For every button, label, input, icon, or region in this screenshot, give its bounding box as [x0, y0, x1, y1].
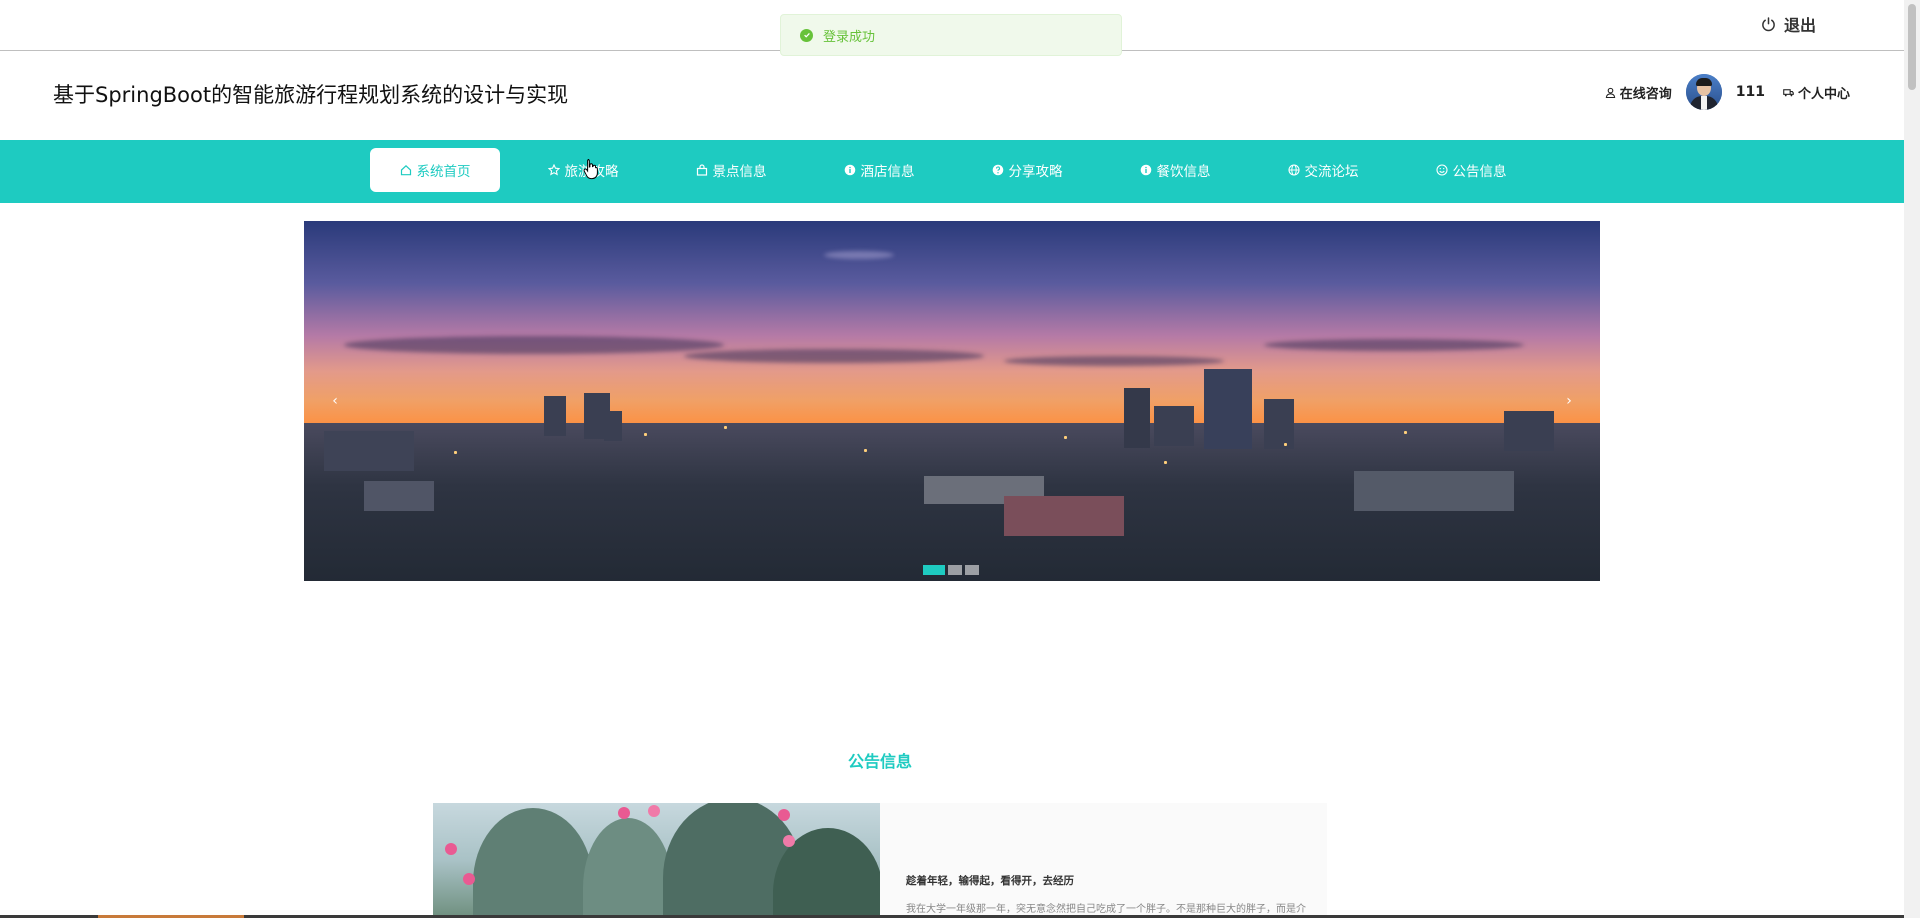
site-header: 基于SpringBoot的智能旅游行程规划系统的设计与实现 在线咨询 111 个… — [0, 51, 1904, 140]
page-scrollbar[interactable] — [1904, 0, 1920, 918]
hand-cursor-icon — [583, 159, 598, 180]
power-icon — [1762, 16, 1775, 31]
logout-button[interactable]: 退出 — [1761, 12, 1816, 36]
online-consult-label: 在线咨询 — [1619, 86, 1672, 102]
nav-item-forum[interactable]: 交流论坛 — [1258, 148, 1388, 192]
success-toast: 登录成功 — [780, 14, 1122, 56]
check-circle-icon — [800, 28, 813, 42]
avatar[interactable] — [1685, 74, 1722, 110]
carousel-dot[interactable] — [923, 565, 945, 575]
username: 111 — [1735, 84, 1765, 100]
nav-label: 公告信息 — [1452, 164, 1507, 180]
toast-message: 登录成功 — [823, 29, 876, 45]
nav-item-announcements[interactable]: 公告信息 — [1406, 148, 1536, 192]
main-nav: 系统首页 旅游攻略 景点信息 酒店信息 分享攻略 餐饮信息 交流论坛 公告信息 — [0, 140, 1904, 203]
carousel-dot[interactable] — [965, 565, 979, 575]
site-title: 基于SpringBoot的智能旅游行程规划系统的设计与实现 — [53, 83, 569, 107]
section-title-announcements: 公告信息 — [847, 752, 912, 771]
carousel-dot[interactable] — [948, 565, 962, 575]
banner-carousel[interactable]: ‹ › — [304, 221, 1600, 581]
shop-icon — [696, 164, 707, 176]
nav-item-home[interactable]: 系统首页 — [370, 148, 500, 192]
question-icon — [992, 164, 1003, 176]
carousel-next-button[interactable]: › — [1559, 393, 1579, 409]
info-icon — [844, 164, 855, 176]
nav-label: 系统首页 — [416, 164, 471, 180]
banner-sky — [304, 221, 1600, 430]
personal-center-link[interactable]: 个人中心 — [1783, 83, 1850, 102]
logout-label: 退出 — [1783, 16, 1816, 35]
user-icon — [1605, 87, 1615, 98]
nav-item-dining[interactable]: 餐饮信息 — [1110, 148, 1240, 192]
carousel-indicators — [923, 565, 979, 575]
smile-icon — [1435, 164, 1448, 176]
notice-image — [433, 803, 880, 918]
notice-card[interactable]: 趁着年轻，输得起，看得开，去经历 我在大学一年级那一年，突无意念然把自己吃成了一… — [433, 803, 1327, 918]
home-icon — [400, 164, 411, 176]
nav-label: 交流论坛 — [1304, 164, 1359, 180]
notice-text: 趁着年轻，输得起，看得开，去经历 我在大学一年级那一年，突无意念然把自己吃成了一… — [906, 873, 1306, 918]
personal-center-label: 个人中心 — [1797, 86, 1850, 102]
nav-label: 餐饮信息 — [1156, 164, 1211, 180]
scrollbar-thumb[interactable] — [1908, 4, 1916, 90]
nav-label: 景点信息 — [712, 164, 767, 180]
info-icon — [1140, 164, 1151, 176]
carousel-prev-button[interactable]: ‹ — [325, 393, 345, 409]
notice-title: 趁着年轻，输得起，看得开，去经历 — [906, 875, 1074, 887]
nav-item-hotels[interactable]: 酒店信息 — [814, 148, 944, 192]
globe-icon — [1287, 164, 1300, 176]
nav-item-share-guide[interactable]: 分享攻略 — [962, 148, 1092, 192]
truck-icon — [1783, 88, 1794, 96]
online-consult-link[interactable]: 在线咨询 — [1605, 83, 1672, 102]
star-icon — [547, 164, 560, 176]
nav-item-attractions[interactable]: 景点信息 — [666, 148, 796, 192]
header-actions: 在线咨询 111 个人中心 — [1605, 74, 1850, 110]
nav-label: 分享攻略 — [1008, 164, 1063, 180]
nav-label: 酒店信息 — [860, 164, 915, 180]
